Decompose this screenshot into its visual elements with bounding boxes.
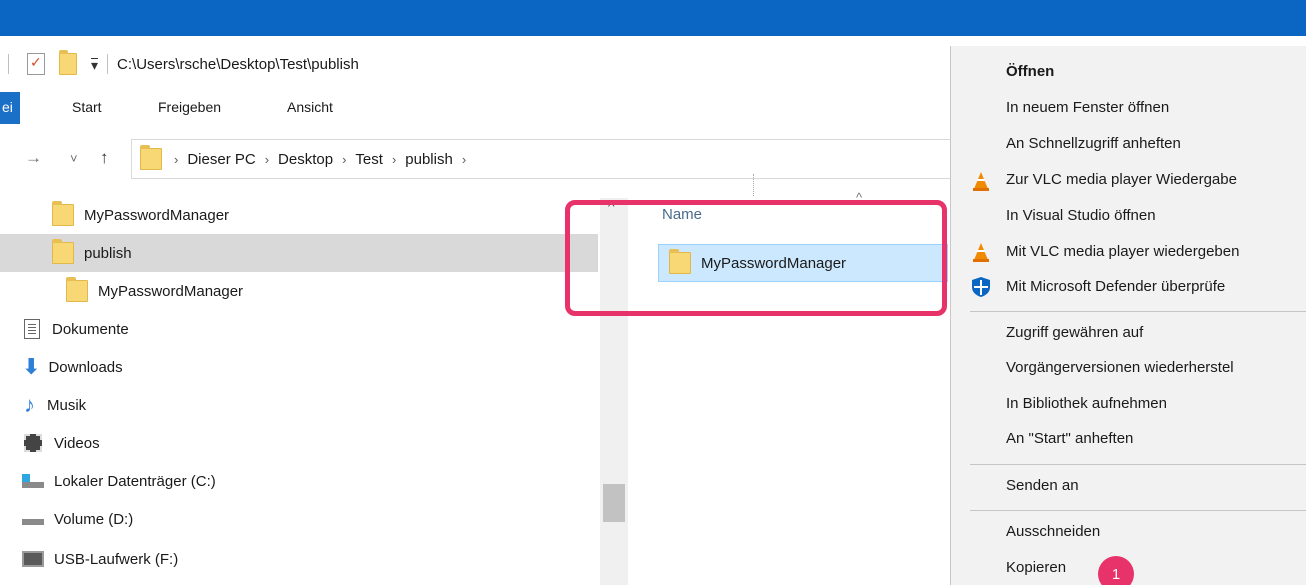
folder-icon xyxy=(52,201,74,226)
nav-item-local-disk-c[interactable]: Lokaler Datenträger (C:) xyxy=(0,462,598,500)
menu-item-send-to[interactable]: Senden an xyxy=(1006,477,1079,494)
windows-drive-icon xyxy=(22,474,44,488)
defender-shield-icon xyxy=(970,276,992,298)
menu-item-vlc-play[interactable]: Mit VLC media player wiedergeben xyxy=(1006,243,1239,260)
menu-item-include-library[interactable]: In Bibliothek aufnehmen xyxy=(1006,395,1167,412)
menu-item-open-new-window[interactable]: In neuem Fenster öffnen xyxy=(1006,99,1169,116)
tab-share[interactable]: Freigeben xyxy=(158,99,221,115)
menu-separator xyxy=(970,464,1306,465)
forward-arrow-icon[interactable]: → xyxy=(25,148,42,168)
recent-locations-chevron-icon[interactable]: ˅ xyxy=(70,151,78,166)
usb-drive-icon xyxy=(22,551,44,567)
breadcrumb-test[interactable]: Test xyxy=(355,151,383,168)
nav-item-mypasswordmanager[interactable]: MyPasswordManager xyxy=(0,196,598,234)
context-menu xyxy=(950,46,1306,585)
breadcrumb-separator: › xyxy=(342,151,347,167)
breadcrumb-separator: › xyxy=(174,151,179,167)
vlc-cone-icon xyxy=(970,241,992,263)
breadcrumb-this-pc[interactable]: Dieser PC xyxy=(187,151,255,168)
breadcrumb-desktop[interactable]: Desktop xyxy=(278,151,333,168)
tab-view[interactable]: Ansicht xyxy=(287,99,333,115)
tab-start[interactable]: Start xyxy=(72,99,102,115)
documents-icon xyxy=(24,319,40,339)
new-folder-icon[interactable] xyxy=(59,50,77,75)
toolbar-divider xyxy=(107,54,109,74)
highlight-box xyxy=(565,200,947,316)
breadcrumb-separator: › xyxy=(264,151,270,167)
window-path-title: C:\Users\rsche\Desktop\Test\publish xyxy=(117,55,359,73)
quick-access-toolbar: ✓ ▾ C:\Users\rsche\Desktop\Test\publish xyxy=(0,44,950,84)
nav-item-usb-drive-f[interactable]: USB-Laufwerk (F:) xyxy=(0,540,598,578)
breadcrumb-separator: › xyxy=(461,151,467,167)
folder-icon xyxy=(66,277,88,302)
folder-icon xyxy=(140,145,162,170)
drive-icon xyxy=(22,519,44,525)
breadcrumb-publish[interactable]: publish xyxy=(405,151,453,168)
nav-item-mypasswordmanager-child[interactable]: MyPasswordManager xyxy=(0,272,598,310)
breadcrumb-separator: › xyxy=(391,151,397,167)
nav-pane-scrollbar-thumb[interactable] xyxy=(603,484,625,522)
nav-item-downloads[interactable]: ⬇ Downloads xyxy=(0,348,598,386)
column-divider xyxy=(753,174,754,196)
menu-item-defender-scan[interactable]: Mit Microsoft Defender überprüfe xyxy=(1006,278,1225,295)
step-badge: 1 xyxy=(1098,556,1134,585)
customize-toolbar-dropdown[interactable]: ▾ xyxy=(91,57,99,72)
menu-item-open[interactable]: Öffnen xyxy=(1006,63,1054,80)
menu-item-vlc-add-playlist[interactable]: Zur VLC media player Wiedergabe xyxy=(1006,171,1237,188)
properties-checkmark-icon[interactable]: ✓ xyxy=(27,53,45,75)
vlc-cone-icon xyxy=(970,170,992,192)
download-arrow-icon: ⬇ xyxy=(22,354,41,379)
menu-item-copy[interactable]: Kopieren xyxy=(1006,559,1066,576)
nav-item-publish[interactable]: publish xyxy=(0,234,598,272)
music-note-icon: ♪ xyxy=(24,392,35,417)
menu-item-cut[interactable]: Ausschneiden xyxy=(1006,523,1100,540)
nav-item-videos[interactable]: Videos xyxy=(0,424,598,462)
menu-item-pin-start[interactable]: An "Start" anheften xyxy=(1006,430,1133,447)
nav-item-music[interactable]: ♪ Musik xyxy=(0,386,598,424)
nav-item-volume-d[interactable]: Volume (D:) xyxy=(0,500,598,538)
nav-item-documents[interactable]: Dokumente xyxy=(0,310,598,348)
menu-item-open-visual-studio[interactable]: In Visual Studio öffnen xyxy=(1006,207,1156,224)
menu-item-pin-quick-access[interactable]: An Schnellzugriff anheften xyxy=(1006,135,1181,152)
film-icon xyxy=(24,434,42,452)
menu-item-restore-versions[interactable]: Vorgängerversionen wiederherstel xyxy=(1006,359,1234,376)
title-bar xyxy=(0,0,1306,36)
menu-separator xyxy=(970,510,1306,511)
address-bar[interactable]: › Dieser PC › Desktop › Test › publish › xyxy=(131,139,951,179)
up-arrow-icon[interactable]: ↑ xyxy=(100,148,109,168)
folder-icon xyxy=(52,239,74,264)
toolbar-divider xyxy=(8,54,9,74)
tab-file[interactable]: ei xyxy=(0,92,20,124)
menu-item-give-access[interactable]: Zugriff gewähren auf xyxy=(1006,324,1143,341)
menu-separator xyxy=(970,311,1306,312)
